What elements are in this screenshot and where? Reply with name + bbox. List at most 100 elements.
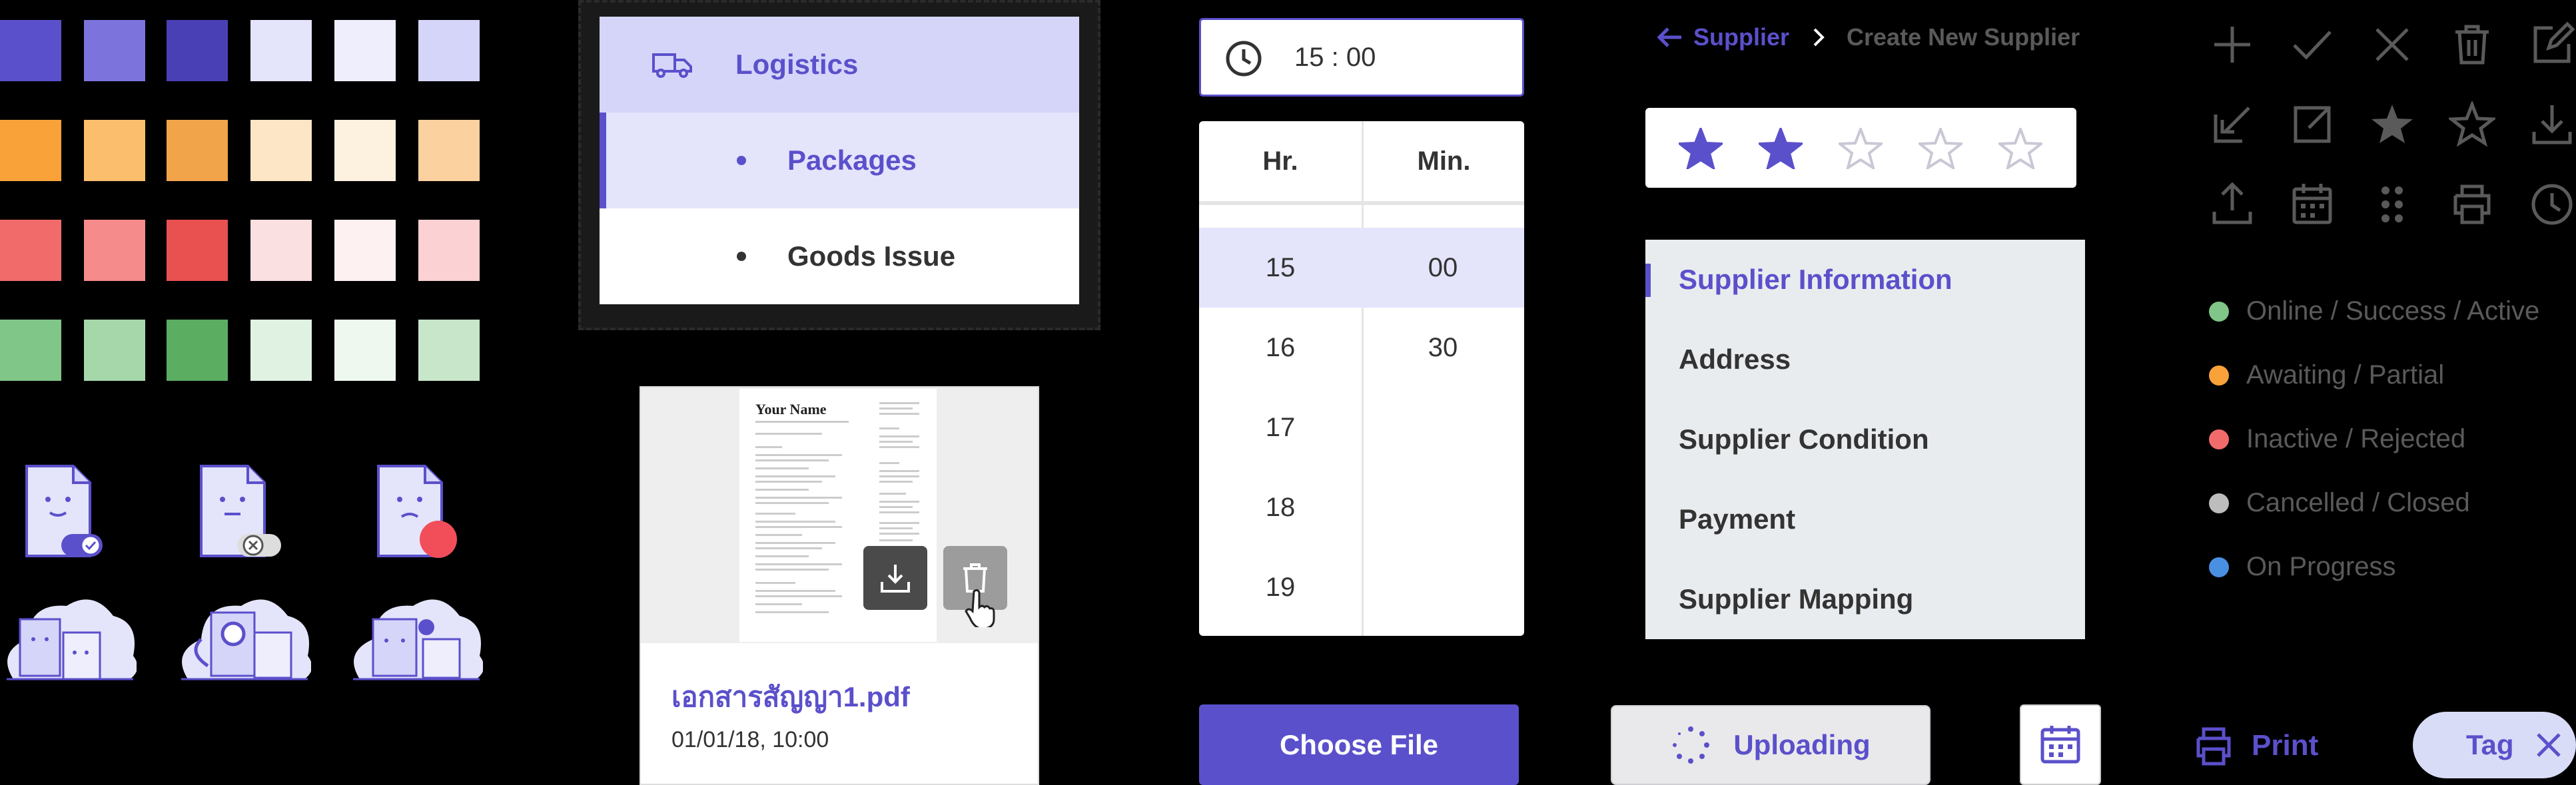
menu-item-packages[interactable]: Packages <box>600 113 1079 208</box>
download-button[interactable] <box>863 546 927 610</box>
hour-option[interactable]: 15 <box>1199 228 1362 308</box>
legend-label: Inactive / Rejected <box>2246 424 2466 453</box>
choose-file-button[interactable]: Choose File <box>1199 704 1519 785</box>
preview-text-line <box>755 555 809 557</box>
preview-text-line <box>755 421 849 423</box>
preview-text-line <box>755 454 842 456</box>
status-dot <box>2209 493 2229 513</box>
preview-text-line <box>755 502 829 504</box>
calendar-icon <box>2040 725 2080 763</box>
menu-item-label: Goods Issue <box>787 240 956 272</box>
star-outline-icon[interactable] <box>1839 128 1883 169</box>
preview-text-line <box>755 467 809 469</box>
arrow-left-icon[interactable] <box>1655 25 1684 49</box>
preview-text-line <box>879 402 919 404</box>
color-swatch <box>167 120 228 181</box>
preview-text-line <box>755 590 835 592</box>
time-input[interactable]: 15 : 00 <box>1199 18 1524 97</box>
download-icon <box>2532 105 2572 144</box>
color-swatch <box>334 120 396 181</box>
legend-label: On Progress <box>2246 552 2396 581</box>
hour-option[interactable]: 19 <box>1199 547 1362 627</box>
star-outline-icon[interactable] <box>1998 128 2042 169</box>
navigation-menu: Logistics Packages Goods Issue <box>600 17 1079 304</box>
spinner-icon <box>1673 726 1710 764</box>
check-icon <box>2293 31 2332 60</box>
menu-item-goods-issue[interactable]: Goods Issue <box>600 208 1079 304</box>
preview-name: Your Name <box>755 401 827 417</box>
uploading-button[interactable]: Uploading <box>1611 705 1931 785</box>
preview-text-line <box>755 534 802 536</box>
preview-text-line <box>879 527 913 529</box>
menu-item-logistics[interactable]: Logistics <box>600 17 1079 113</box>
preview-text-line <box>755 547 822 549</box>
color-swatch <box>167 220 228 281</box>
legend-item: Inactive / Rejected <box>2209 424 2465 454</box>
export-icon <box>2294 106 2331 143</box>
file-name[interactable]: เอกสารสัญญา1.pdf <box>671 675 910 719</box>
menu-item-label: Packages <box>787 144 917 176</box>
star-filled-icon <box>2371 105 2413 143</box>
calendar-icon <box>2292 184 2332 224</box>
preview-text-line <box>879 506 913 508</box>
color-swatch <box>250 20 312 81</box>
star-outline-icon <box>2449 101 2495 147</box>
hour-option[interactable]: 18 <box>1199 467 1362 547</box>
star-outline-icon[interactable] <box>1919 128 1962 169</box>
preview-text-line <box>755 542 835 544</box>
document-error-illustration <box>372 459 465 566</box>
color-swatch <box>0 120 61 181</box>
trash-icon <box>2455 25 2489 65</box>
minute-option[interactable]: 30 <box>1362 308 1524 388</box>
legend-item: Awaiting / Partial <box>2209 360 2444 390</box>
preview-text-line <box>879 441 913 443</box>
section-list-item[interactable]: Supplier Mapping <box>1679 583 1913 615</box>
section-list-item[interactable]: Payment <box>1679 503 1795 535</box>
clock-icon <box>1226 41 1262 77</box>
calendar-button[interactable] <box>2020 704 2101 785</box>
documents-cloud-illustration <box>0 593 138 686</box>
plus-icon <box>2214 27 2250 63</box>
legend-item: Cancelled / Closed <box>2209 488 2470 518</box>
file-card[interactable]: Your Name เอกสารสัญญา1.pdf 01/01/18, 10:… <box>640 386 1039 785</box>
preview-text-line <box>755 459 829 461</box>
print-button[interactable]: Print <box>2192 719 2318 772</box>
hour-option[interactable]: 16 <box>1199 308 1362 388</box>
color-swatch <box>334 320 396 381</box>
section-list-item[interactable]: Supplier Information <box>1679 264 1952 296</box>
preview-text-line <box>879 446 919 448</box>
color-swatch <box>84 220 145 281</box>
color-swatch <box>0 320 61 381</box>
color-swatch <box>167 320 228 381</box>
bullet-dot <box>737 252 746 261</box>
hour-option[interactable]: 17 <box>1199 388 1362 467</box>
status-dot <box>2209 429 2229 449</box>
legend-label: Awaiting / Partial <box>2246 360 2445 390</box>
section-list-item[interactable]: Address <box>1679 344 1791 376</box>
color-swatch <box>334 20 396 81</box>
breadcrumb-parent[interactable]: Supplier <box>1693 23 1789 51</box>
close-icon[interactable] <box>2534 730 2563 760</box>
color-swatch <box>84 320 145 381</box>
star-filled-icon[interactable] <box>1759 128 1803 169</box>
color-swatch <box>167 20 228 81</box>
legend-label: Online / Success / Active <box>2246 296 2540 326</box>
legend-item: On Progress <box>2209 552 2396 582</box>
preview-text-line <box>755 489 809 491</box>
preview-text-line <box>755 481 822 483</box>
preview-text-line <box>755 611 829 613</box>
preview-text-line <box>879 470 919 472</box>
preview-text-line <box>755 521 835 523</box>
star-rating[interactable] <box>1645 108 2076 188</box>
print-label: Print <box>2252 729 2319 762</box>
import-icon <box>2214 107 2250 143</box>
preview-text-line <box>755 526 842 528</box>
supplier-section-list: Supplier Information Address Supplier Cond… <box>1645 240 2085 639</box>
star-filled-icon[interactable] <box>1679 128 1723 169</box>
section-list-item[interactable]: Supplier Condition <box>1679 423 1929 455</box>
color-swatch <box>418 220 480 281</box>
color-swatch <box>418 20 480 81</box>
minute-option[interactable]: 00 <box>1362 228 1524 308</box>
upload-icon <box>2212 182 2252 224</box>
preview-text-line <box>879 407 913 409</box>
